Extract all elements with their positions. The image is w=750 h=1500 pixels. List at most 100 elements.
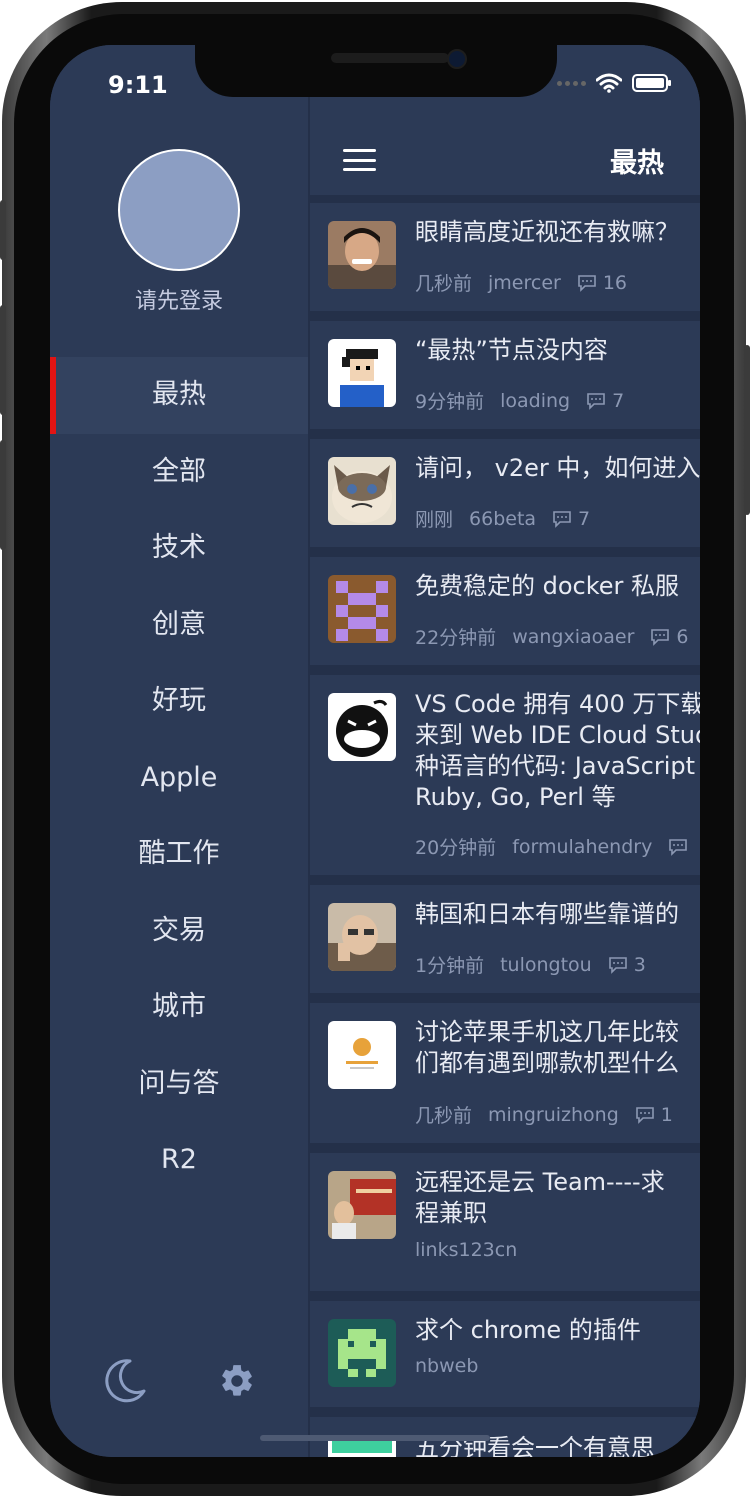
topic-author[interactable]: nbweb bbox=[415, 1355, 478, 1377]
reply-count: 16 bbox=[577, 272, 627, 294]
reply-count: 7 bbox=[552, 508, 590, 530]
menu-item-apple[interactable]: Apple bbox=[50, 740, 308, 817]
comment-icon bbox=[635, 1106, 654, 1124]
list-item[interactable]: 求个 chrome 的插件 nbweb bbox=[310, 1301, 700, 1407]
author-avatar[interactable] bbox=[328, 221, 396, 289]
reply-count: 1 bbox=[635, 1104, 673, 1126]
topic-author[interactable]: jmercer bbox=[488, 272, 561, 294]
side-drawer: 请先登录 最热 全部 技术 创意 好玩 Apple 酷工作 交易 城市 问与答 … bbox=[50, 45, 308, 1457]
topic-time: 几秒前 bbox=[415, 273, 473, 295]
comment-icon bbox=[669, 838, 688, 856]
list-item[interactable]: 免费稳定的 docker 私服 22分钟前 wangxiaoaer 6 bbox=[310, 557, 700, 665]
title-line: 远程还是云 Team----求 bbox=[415, 1168, 665, 1196]
topic-list-panel: 最热 眼睛高度近视还有救嘛？ 几秒前 jmercer 16 “最热”节点没内容 bbox=[310, 45, 700, 1457]
menu-item-creative[interactable]: 创意 bbox=[50, 587, 308, 664]
topic-time: 20分钟前 bbox=[415, 837, 497, 859]
app-screen: 请先登录 最热 全部 技术 创意 好玩 Apple 酷工作 交易 城市 问与答 … bbox=[50, 45, 700, 1457]
speaker bbox=[331, 53, 449, 63]
topic-author[interactable]: formulahendry bbox=[512, 836, 652, 858]
status-indicators bbox=[557, 73, 672, 93]
topic-author[interactable]: 66beta bbox=[469, 508, 536, 530]
author-avatar[interactable] bbox=[328, 1319, 396, 1387]
menu-item-tech[interactable]: 技术 bbox=[50, 510, 308, 587]
topic-author[interactable]: tulongtou bbox=[500, 954, 592, 976]
wifi-icon bbox=[596, 73, 622, 93]
hamburger-icon[interactable] bbox=[343, 149, 376, 171]
comment-icon bbox=[553, 510, 571, 528]
volume-down-button bbox=[0, 440, 6, 550]
topic-meta: 22分钟前 wangxiaoaer 6 bbox=[415, 623, 700, 650]
topic-author[interactable]: mingruizhong bbox=[488, 1104, 619, 1126]
title-line: 种语言的代码: JavaScript bbox=[415, 752, 696, 780]
power-button bbox=[744, 345, 750, 515]
topic-title[interactable]: 远程还是云 Team----求 程兼职 bbox=[415, 1167, 700, 1229]
volume-up-button bbox=[0, 305, 6, 415]
menu-item-city[interactable]: 城市 bbox=[50, 969, 308, 1046]
menu-item-deals[interactable]: 交易 bbox=[50, 893, 308, 970]
topic-title[interactable]: 免费稳定的 docker 私服 bbox=[415, 571, 700, 602]
topic-meta: nbweb bbox=[415, 1355, 494, 1377]
author-avatar[interactable] bbox=[328, 575, 396, 643]
author-avatar[interactable] bbox=[328, 1021, 396, 1089]
author-avatar[interactable] bbox=[328, 1171, 396, 1239]
topic-title[interactable]: 求个 chrome 的插件 bbox=[415, 1315, 700, 1346]
notch bbox=[195, 45, 557, 97]
list-item[interactable]: 眼睛高度近视还有救嘛？ 几秒前 jmercer 16 bbox=[310, 203, 700, 311]
page-title: 最热 bbox=[610, 148, 664, 179]
list-item[interactable]: VS Code 拥有 400 万下载 来到 Web IDE Cloud Stud… bbox=[310, 675, 700, 875]
topic-author[interactable]: wangxiaoaer bbox=[512, 626, 634, 648]
menu-item-qna[interactable]: 问与答 bbox=[50, 1046, 308, 1123]
author-avatar[interactable] bbox=[328, 693, 396, 761]
topic-time: 1分钟前 bbox=[415, 955, 485, 977]
comment-icon bbox=[651, 628, 670, 646]
topic-title[interactable]: VS Code 拥有 400 万下载 来到 Web IDE Cloud Stud… bbox=[415, 689, 700, 813]
author-avatar[interactable] bbox=[328, 903, 396, 971]
menu-item-jobs[interactable]: 酷工作 bbox=[50, 816, 308, 893]
topic-meta: 几秒前 jmercer 16 bbox=[415, 269, 643, 296]
topic-time: 刚刚 bbox=[415, 509, 454, 531]
topic-time: 几秒前 bbox=[415, 1105, 473, 1127]
list-item[interactable]: “最热”节点没内容 9分钟前 loading 7 bbox=[310, 321, 700, 429]
list-item[interactable]: 讨论苹果手机这几年比较 们都有遇到哪款机型什么 几秒前 mingruizhong… bbox=[310, 1003, 700, 1143]
menu-item-all[interactable]: 全部 bbox=[50, 434, 308, 511]
menu-item-r2[interactable]: R2 bbox=[50, 1122, 308, 1199]
title-line: VS Code 拥有 400 万下载 bbox=[415, 690, 700, 718]
title-line: 来到 Web IDE Cloud Studio bbox=[415, 721, 700, 749]
title-line: 们都有遇到哪款机型什么 bbox=[415, 1049, 679, 1077]
topic-author[interactable]: loading bbox=[500, 390, 570, 412]
topic-time: 22分钟前 bbox=[415, 627, 497, 649]
topic-title[interactable]: “最热”节点没内容 bbox=[415, 335, 700, 366]
author-avatar[interactable] bbox=[328, 457, 396, 525]
reply-count: 7 bbox=[586, 390, 624, 412]
list-item[interactable]: 韩国和日本有哪些靠谱的 1分钟前 tulongtou 3 bbox=[310, 885, 700, 993]
title-line: Ruby, Go, Perl 等 bbox=[415, 783, 616, 811]
node-menu: 最热 全部 技术 创意 好玩 Apple 酷工作 交易 城市 问与答 R2 bbox=[50, 357, 308, 1199]
menu-item-hot[interactable]: 最热 bbox=[50, 357, 308, 434]
home-indicator[interactable] bbox=[260, 1435, 490, 1441]
topic-title[interactable]: 讨论苹果手机这几年比较 们都有遇到哪款机型什么 bbox=[415, 1017, 700, 1079]
battery-icon bbox=[632, 74, 671, 92]
topic-title[interactable]: 眼睛高度近视还有救嘛？ bbox=[415, 217, 700, 248]
topic-author[interactable]: links123cn bbox=[415, 1239, 517, 1261]
mute-switch bbox=[0, 200, 6, 260]
author-avatar[interactable] bbox=[328, 339, 396, 407]
moon-icon[interactable] bbox=[100, 1357, 148, 1405]
signal-icon bbox=[557, 80, 586, 86]
list-item[interactable]: 请问， v2er 中，如何进入 刚刚 66beta 7 bbox=[310, 439, 700, 547]
comment-icon bbox=[578, 274, 596, 292]
status-time: 9:11 bbox=[108, 71, 168, 99]
title-line: 讨论苹果手机这几年比较 bbox=[415, 1018, 679, 1046]
topic-title[interactable]: 请问， v2er 中，如何进入 bbox=[415, 453, 700, 484]
user-avatar[interactable] bbox=[118, 149, 240, 271]
topic-title[interactable]: 韩国和日本有哪些靠谱的 bbox=[415, 899, 700, 930]
list-item[interactable]: 远程还是云 Team----求 程兼职 links123cn bbox=[310, 1153, 700, 1291]
reply-count: 6 bbox=[650, 626, 689, 648]
gear-icon[interactable] bbox=[218, 1362, 256, 1400]
menu-item-fun[interactable]: 好玩 bbox=[50, 663, 308, 740]
login-hint[interactable]: 请先登录 bbox=[50, 283, 308, 315]
comment-icon bbox=[587, 392, 605, 410]
topic-meta: 1分钟前 tulongtou 3 bbox=[415, 951, 662, 978]
reply-count bbox=[668, 838, 688, 856]
comment-icon bbox=[608, 956, 627, 974]
topic-meta: 9分钟前 loading 7 bbox=[415, 387, 640, 414]
